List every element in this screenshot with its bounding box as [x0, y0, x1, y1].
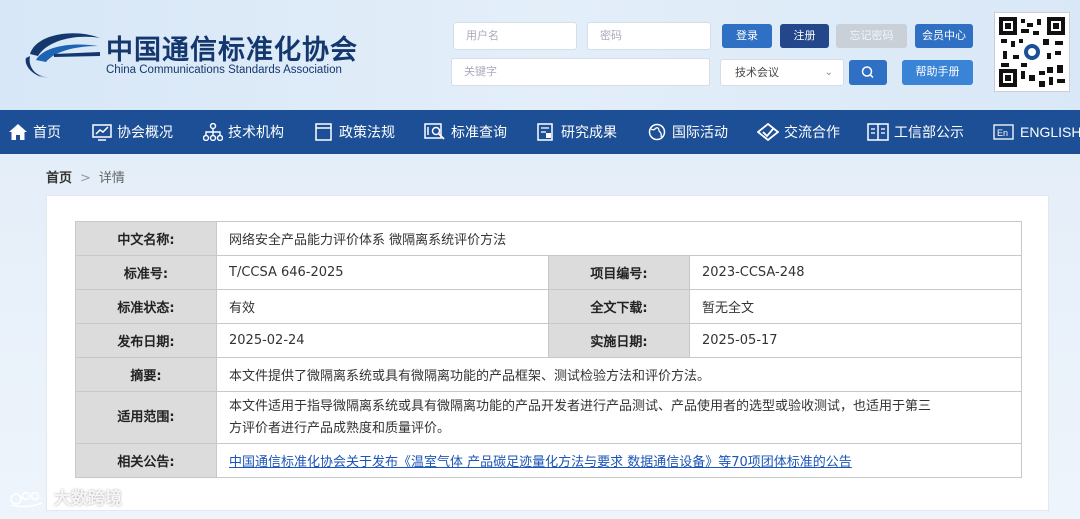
globe-icon — [648, 123, 666, 141]
std-no-label: 标准号: — [75, 255, 217, 290]
keyword-search-input[interactable]: 关键字 — [451, 58, 710, 86]
qr-code-icon — [999, 17, 1065, 87]
nav-item-label: 国际活动 — [672, 125, 728, 141]
breadcrumb: 首页 > 详情 — [46, 167, 125, 186]
notice-link[interactable]: 中国通信标准化协会关于发布《温室气体 产品碳足迹量化方法与要求 数据通信设备》等… — [229, 455, 852, 470]
search-button[interactable] — [849, 60, 887, 85]
help-manual-button[interactable]: 帮助手册 — [902, 60, 973, 85]
cn-name-label: 中文名称: — [75, 221, 217, 256]
breadcrumb-separator: > — [80, 171, 91, 186]
abstract-label: 摘要: — [75, 357, 217, 392]
nav-item-english[interactable]: En ENGLISH — [993, 110, 1080, 154]
breadcrumb-home[interactable]: 首页 — [46, 171, 72, 186]
login-button[interactable]: 登录 — [722, 24, 772, 48]
table-row: 摘要: 本文件提供了微隔离系统或具有微隔离功能的产品框架、测试检验方法和评价方法… — [75, 357, 1022, 392]
forgot-password-button[interactable]: 忘记密码 — [836, 24, 907, 48]
org-tree-icon — [203, 123, 223, 141]
category-select-value: 技术会议 — [735, 66, 779, 79]
std-no-value: T/CCSA 646-2025 — [216, 255, 549, 290]
nav-item-label: 协会概况 — [117, 125, 173, 141]
table-row: 适用范围: 本文件适用于指导微隔离系统或具有微隔离功能的产品开发者进行产品测试、… — [75, 391, 1022, 444]
report-icon — [537, 123, 553, 141]
publish-date-value: 2025-02-24 — [216, 323, 549, 358]
register-button[interactable]: 注册 — [780, 24, 829, 48]
publish-date-label: 发布日期: — [75, 323, 217, 358]
table-row: 发布日期: 2025-02-24 实施日期: 2025-05-17 — [75, 323, 1022, 358]
search-icon — [861, 66, 874, 79]
download-value: 暂无全文 — [689, 289, 1022, 324]
svg-text:En: En — [997, 128, 1008, 138]
scope-label: 适用范围: — [75, 391, 217, 444]
nav-item-label: ENGLISH — [1020, 124, 1080, 140]
nav-item-policy[interactable]: 政策法规 — [314, 110, 395, 154]
member-center-button[interactable]: 会员中心 — [915, 24, 973, 48]
handshake-icon — [757, 123, 779, 141]
board-icon — [867, 123, 889, 141]
nav-item-label: 交流合作 — [784, 125, 840, 141]
status-value: 有效 — [216, 289, 549, 324]
category-select[interactable]: 技术会议 ⌄ — [720, 59, 844, 86]
project-no-value: 2023-CCSA-248 — [689, 255, 1022, 290]
org-name-en: China Communications Standards Associati… — [106, 64, 342, 76]
table-row: 中文名称: 网络安全产品能力评价体系 微隔离系统评价方法 — [75, 221, 1022, 256]
cn-name-value: 网络安全产品能力评价体系 微隔离系统评价方法 — [216, 221, 1022, 256]
abstract-value: 本文件提供了微隔离系统或具有微隔离功能的产品框架、测试检验方法和评价方法。 — [216, 357, 1022, 392]
home-icon — [9, 124, 27, 140]
nav-item-standard-query[interactable]: 标准查询 — [424, 110, 507, 154]
download-label: 全文下载: — [548, 289, 690, 324]
nav-item-about[interactable]: 协会概况 — [92, 110, 173, 154]
watermark-logo-icon — [10, 491, 43, 508]
scope-value: 本文件适用于指导微隔离系统或具有微隔离功能的产品开发者进行产品测试、产品使用者的… — [216, 391, 1022, 444]
nav-item-label: 首页 — [33, 125, 61, 141]
org-name-cn: 中国通信标准化协会 — [106, 35, 358, 66]
nav-item-cooperation[interactable]: 交流合作 — [757, 110, 840, 154]
notice-label: 相关公告: — [75, 443, 217, 478]
implement-date-value: 2025-05-17 — [689, 323, 1022, 358]
password-input[interactable]: 密码 — [587, 22, 711, 50]
nav-item-label: 工信部公示 — [894, 125, 964, 141]
table-row: 标准状态: 有效 全文下载: 暂无全文 — [75, 289, 1022, 324]
ccsa-logo-icon — [25, 33, 100, 78]
nav-item-home[interactable]: 首页 — [8, 110, 61, 154]
nav-item-tech-org[interactable]: 技术机构 — [203, 110, 284, 154]
detail-card: 中文名称: 网络安全产品能力评价体系 微隔离系统评价方法 标准号: T/CCSA… — [46, 195, 1049, 511]
scope-line-1: 本文件适用于指导微隔离系统或具有微隔离功能的产品开发者进行产品测试、产品使用者的… — [229, 398, 932, 414]
nav-item-label: 政策法规 — [339, 125, 395, 141]
nav-item-label: 研究成果 — [561, 125, 617, 141]
qr-code — [994, 12, 1070, 92]
chart-icon — [92, 124, 112, 141]
nav-item-research[interactable]: 研究成果 — [536, 110, 617, 154]
search-doc-icon — [424, 123, 445, 140]
en-icon: En — [993, 124, 1014, 140]
watermark-text: 大数跨境 — [53, 489, 122, 509]
site-logo[interactable]: 中国通信标准化协会 China Communications Standards… — [24, 22, 374, 86]
nav-item-international[interactable]: 国际活动 — [647, 110, 728, 154]
status-label: 标准状态: — [75, 289, 217, 324]
site-header: 中国通信标准化协会 China Communications Standards… — [0, 0, 1080, 110]
username-input[interactable]: 用户名 — [453, 22, 577, 50]
breadcrumb-current: 详情 — [98, 171, 125, 186]
document-icon — [315, 123, 332, 141]
scope-line-2: 方评价者进行产品成熟度和质量评价。 — [229, 420, 451, 436]
nav-item-label: 技术机构 — [228, 125, 284, 141]
nav-item-label: 标准查询 — [451, 125, 507, 141]
chevron-down-icon: ⌄ — [824, 67, 833, 78]
main-nav: 首页 协会概况 技术机构 政策法规 标准查询 研究成果 国际活动 交流合作 工信… — [0, 110, 1080, 154]
table-row: 相关公告: 中国通信标准化协会关于发布《温室气体 产品碳足迹量化方法与要求 数据… — [75, 443, 1022, 478]
project-no-label: 项目编号: — [548, 255, 690, 290]
watermark: 大数跨境 — [8, 484, 122, 509]
nav-item-miit-notice[interactable]: 工信部公示 — [867, 110, 964, 154]
table-row: 标准号: T/CCSA 646-2025 项目编号: 2023-CCSA-248 — [75, 255, 1022, 290]
implement-date-label: 实施日期: — [548, 323, 690, 358]
notice-cell: 中国通信标准化协会关于发布《温室气体 产品碳足迹量化方法与要求 数据通信设备》等… — [216, 443, 1022, 478]
standard-detail-table: 中文名称: 网络安全产品能力评价体系 微隔离系统评价方法 标准号: T/CCSA… — [75, 221, 1022, 478]
